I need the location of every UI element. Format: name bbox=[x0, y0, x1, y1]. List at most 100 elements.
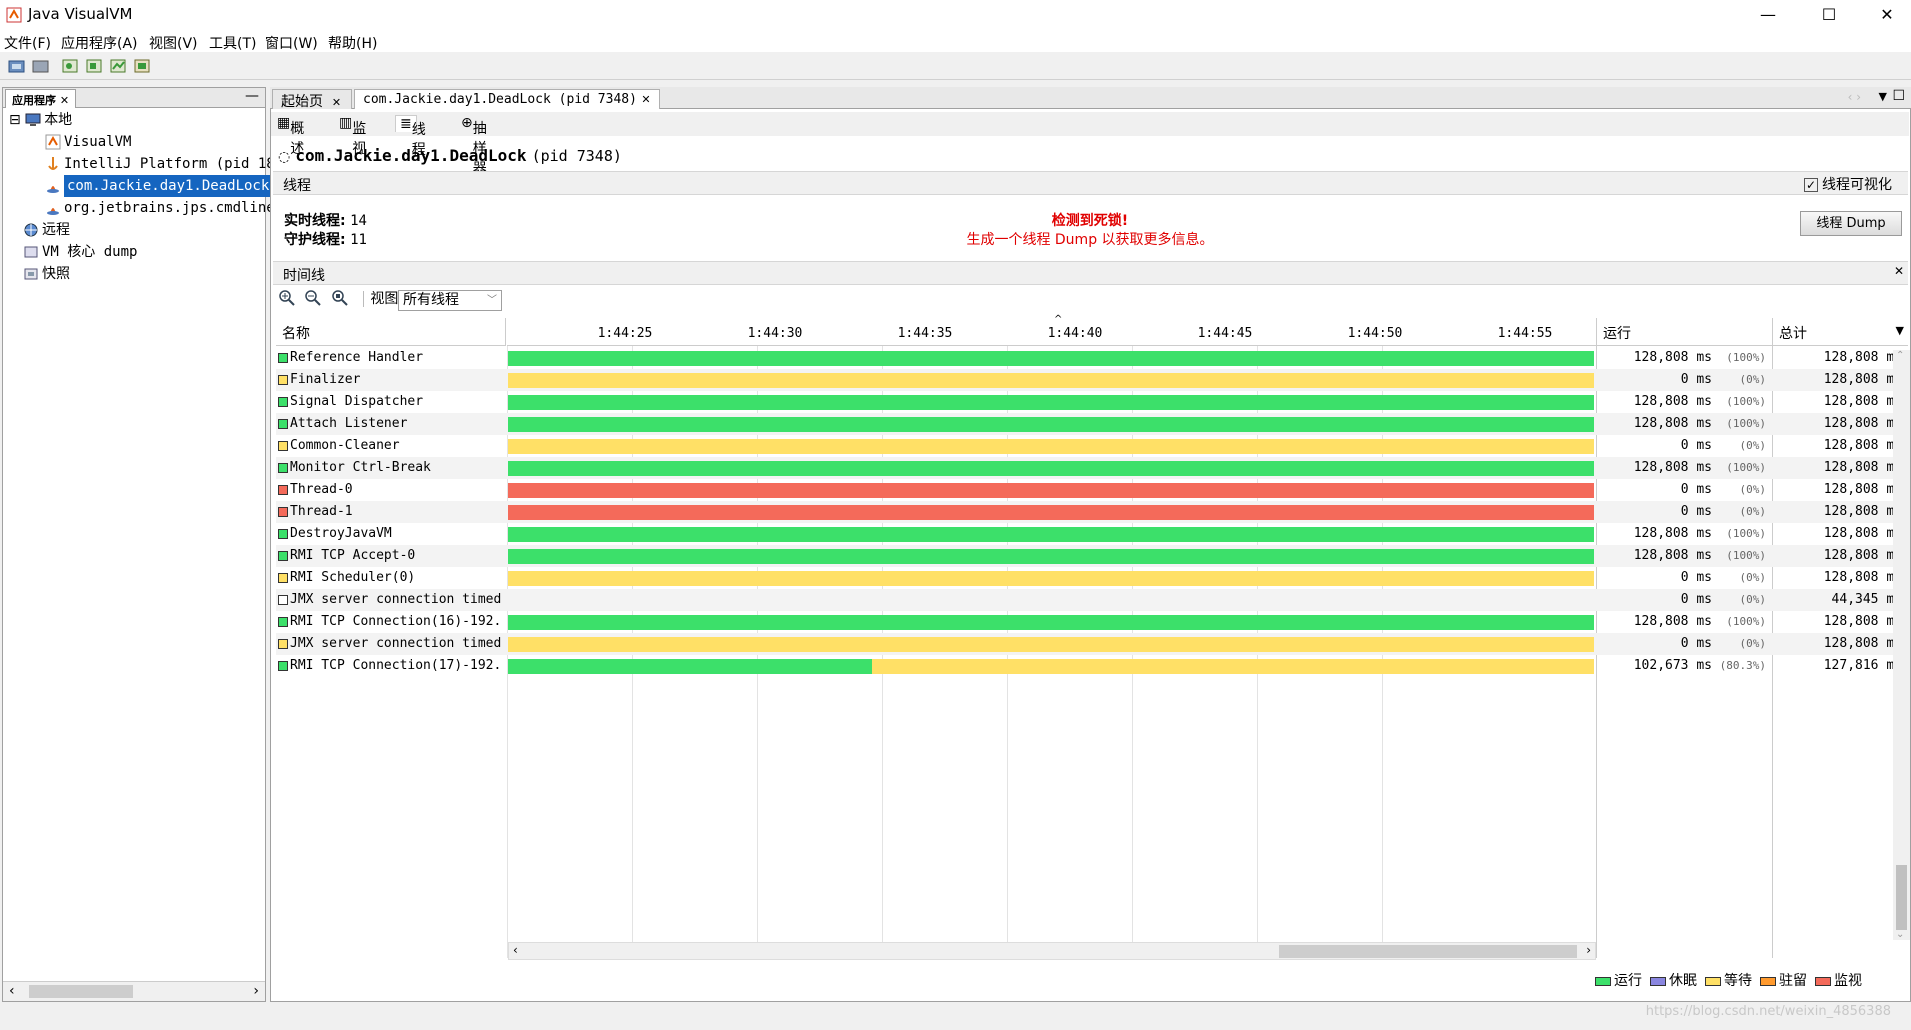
running-ms: 0 ms bbox=[1680, 570, 1712, 585]
tree-item-deadlock-app[interactable]: com.Jackie.day1.DeadLock bbox=[45, 175, 273, 197]
view-filter-select[interactable]: 所有线程 ﹀ bbox=[398, 290, 502, 311]
thread-row[interactable]: DestroyJavaVM 128,808 ms (100%) 128,808 ms bbox=[276, 523, 1908, 545]
running-percent: (0%) bbox=[1739, 439, 1767, 452]
applications-tab[interactable]: 应用程序 ✕ bbox=[5, 89, 77, 108]
tab-deadlock-process[interactable]: com.Jackie.day1.DeadLock (pid 7348) ✕ bbox=[354, 89, 660, 109]
scroll-thumb[interactable] bbox=[1279, 945, 1577, 958]
checkbox-checked-icon[interactable]: ✓ bbox=[1804, 178, 1818, 192]
table-vertical-scrollbar[interactable]: ⌃ ⌄ bbox=[1893, 350, 1910, 940]
maximize-button[interactable]: ☐ bbox=[1806, 0, 1852, 30]
thread-row[interactable]: JMX server connection timed 0 ms (0%) 128,8… bbox=[276, 633, 1908, 655]
scroll-thumb[interactable] bbox=[29, 985, 133, 998]
close-tab-icon[interactable]: ✕ bbox=[641, 93, 650, 106]
close-tab-icon[interactable]: ✕ bbox=[332, 96, 341, 109]
thread-row[interactable]: Signal Dispatcher 128,808 ms (100%) 128,808… bbox=[276, 391, 1908, 413]
column-header-running[interactable]: 运行 bbox=[1596, 318, 1772, 346]
time-tick: 1:44:25 bbox=[597, 326, 653, 341]
legend-item: 等待 bbox=[1705, 970, 1752, 990]
thread-row[interactable]: Thread-1 0 ms (0%) 128,808 ms bbox=[276, 501, 1908, 523]
menu-help[interactable]: 帮助(H) bbox=[328, 33, 377, 53]
minimize-panel-icon[interactable]: — bbox=[245, 88, 259, 104]
time-tick: 1:44:45 bbox=[1197, 326, 1253, 341]
tab-sampler[interactable]: ⊕ 抽样器 bbox=[461, 115, 487, 177]
tree-item-remote[interactable]: 远程 bbox=[23, 219, 70, 241]
tab-scroll-left-icon[interactable]: ‹ › bbox=[1848, 90, 1861, 104]
tree-item-local[interactable]: ⊟ 本地 bbox=[9, 109, 72, 131]
zoom-fit-icon[interactable] bbox=[331, 289, 349, 307]
thread-state-bar-waiting bbox=[872, 659, 1594, 674]
tree-item-deadlock-label: com.Jackie.day1.DeadLock bbox=[64, 175, 273, 197]
menu-applications[interactable]: 应用程序(A) bbox=[61, 33, 138, 53]
thread-name: RMI Scheduler(0) bbox=[278, 570, 504, 585]
thread-row[interactable]: RMI TCP Accept-0 128,808 ms (100%) 128,808 … bbox=[276, 545, 1908, 567]
tab-overview[interactable]: ▦ 概述 bbox=[277, 115, 304, 157]
scroll-down-icon[interactable]: ⌄ bbox=[1896, 929, 1904, 940]
thread-row[interactable]: Thread-0 0 ms (0%) 128,808 ms bbox=[276, 479, 1908, 501]
thread-name-text: Attach Listener bbox=[290, 416, 408, 431]
thread-row[interactable]: Monitor Ctrl-Break 128,808 ms (100%) 128,80… bbox=[276, 457, 1908, 479]
thread-row[interactable]: Common-Cleaner 0 ms (0%) 128,808 ms bbox=[276, 435, 1908, 457]
minimize-button[interactable]: — bbox=[1745, 0, 1791, 30]
thread-row[interactable]: Reference Handler 128,808 ms (100%) 128,808… bbox=[276, 347, 1908, 369]
running-percent: (0%) bbox=[1739, 571, 1767, 584]
menu-window[interactable]: 窗口(W) bbox=[265, 33, 318, 53]
tab-start-page[interactable]: 起始页 ✕ bbox=[272, 89, 352, 110]
profiler-snapshot-toolbar-icon[interactable] bbox=[110, 58, 128, 74]
timeline-horizontal-scrollbar[interactable]: ‹ › bbox=[508, 942, 1596, 960]
thread-name-text: RMI TCP Accept-0 bbox=[290, 548, 416, 563]
thread-row[interactable]: RMI Scheduler(0) 0 ms (0%) 128,808 ms bbox=[276, 567, 1908, 589]
tree-item-intellij[interactable]: IntelliJ Platform (pid 18 bbox=[45, 153, 275, 175]
thread-dump-toolbar-icon[interactable] bbox=[62, 58, 80, 74]
load-application-icon[interactable] bbox=[8, 58, 26, 74]
tab-monitor[interactable]: ▥ 监视 bbox=[339, 115, 366, 157]
close-timeline-icon[interactable]: ✕ bbox=[1894, 264, 1904, 278]
thread-total-time: 128,808 ms bbox=[1823, 504, 1902, 519]
add-jmx-icon[interactable] bbox=[32, 58, 50, 74]
scroll-thumb[interactable] bbox=[1896, 865, 1907, 930]
visualize-threads-checkbox[interactable]: ✓ 线程可视化 bbox=[1804, 174, 1892, 194]
scroll-up-icon[interactable]: ⌃ bbox=[1896, 350, 1904, 361]
scroll-left-icon[interactable]: ‹ bbox=[9, 983, 15, 999]
thread-row[interactable]: RMI TCP Connection(16)-192. 128,808 ms (10… bbox=[276, 611, 1908, 633]
legend-swatch bbox=[1705, 976, 1721, 986]
thread-row[interactable]: Attach Listener 128,808 ms (100%) 128,808 m… bbox=[276, 413, 1908, 435]
thread-state-bar bbox=[508, 395, 1594, 410]
running-percent: (0%) bbox=[1739, 637, 1767, 650]
thread-row[interactable]: Finalizer 0 ms (0%) 128,808 ms bbox=[276, 369, 1908, 391]
tree-item-jps-cmdline[interactable]: org.jetbrains.jps.cmdline. bbox=[45, 197, 283, 219]
menu-file[interactable]: 文件(F) bbox=[4, 33, 51, 53]
scroll-right-icon[interactable]: › bbox=[253, 983, 259, 999]
zoom-in-icon[interactable] bbox=[278, 289, 296, 307]
scroll-right-icon[interactable]: › bbox=[1586, 943, 1591, 957]
menu-tools[interactable]: 工具(T) bbox=[209, 33, 256, 53]
application-snapshot-toolbar-icon[interactable] bbox=[134, 58, 152, 74]
tab-list-dropdown-icon[interactable]: ▼ bbox=[1879, 90, 1887, 103]
heap-dump-toolbar-icon[interactable] bbox=[86, 58, 104, 74]
tree-item-core-dump[interactable]: VM 核心 dump bbox=[23, 241, 137, 263]
main-toolbar bbox=[0, 52, 1911, 80]
thread-row[interactable]: JMX server connection timed 0 ms (0%) 44,34… bbox=[276, 589, 1908, 611]
column-header-total[interactable]: 总计 ▼ bbox=[1772, 318, 1908, 346]
column-header-name[interactable]: 名称 bbox=[276, 318, 506, 346]
running-ms: 0 ms bbox=[1680, 592, 1712, 607]
thread-name-text: RMI Scheduler(0) bbox=[290, 570, 416, 585]
maximize-tab-icon[interactable]: ☐ bbox=[1892, 88, 1905, 104]
caret-up-icon: ^ bbox=[1054, 314, 1063, 325]
thread-total-time: 128,808 ms bbox=[1823, 570, 1902, 585]
menu-view[interactable]: 视图(V) bbox=[149, 33, 198, 53]
scroll-left-icon[interactable]: ‹ bbox=[513, 943, 518, 957]
close-window-button[interactable]: ✕ bbox=[1864, 0, 1910, 30]
time-tick: 1:44:55 bbox=[1497, 326, 1553, 341]
legend-swatch bbox=[1760, 976, 1776, 986]
tab-threads[interactable]: ≣ 线程 bbox=[395, 115, 426, 158]
left-horizontal-scrollbar[interactable]: ‹ › bbox=[3, 981, 265, 1001]
zoom-out-icon[interactable] bbox=[304, 289, 322, 307]
thread-dump-button[interactable]: 线程 Dump bbox=[1800, 211, 1902, 236]
running-ms: 0 ms bbox=[1680, 636, 1712, 651]
running-percent: (0%) bbox=[1739, 593, 1767, 606]
running-percent: (100%) bbox=[1726, 549, 1766, 562]
thread-row[interactable]: RMI TCP Connection(17)-192. 102,673 ms (80… bbox=[276, 655, 1908, 677]
tree-item-snapshots[interactable]: 快照 bbox=[23, 263, 70, 285]
tree-item-visualvm[interactable]: VisualVM bbox=[45, 131, 131, 153]
column-menu-icon[interactable]: ▼ bbox=[1896, 324, 1904, 337]
